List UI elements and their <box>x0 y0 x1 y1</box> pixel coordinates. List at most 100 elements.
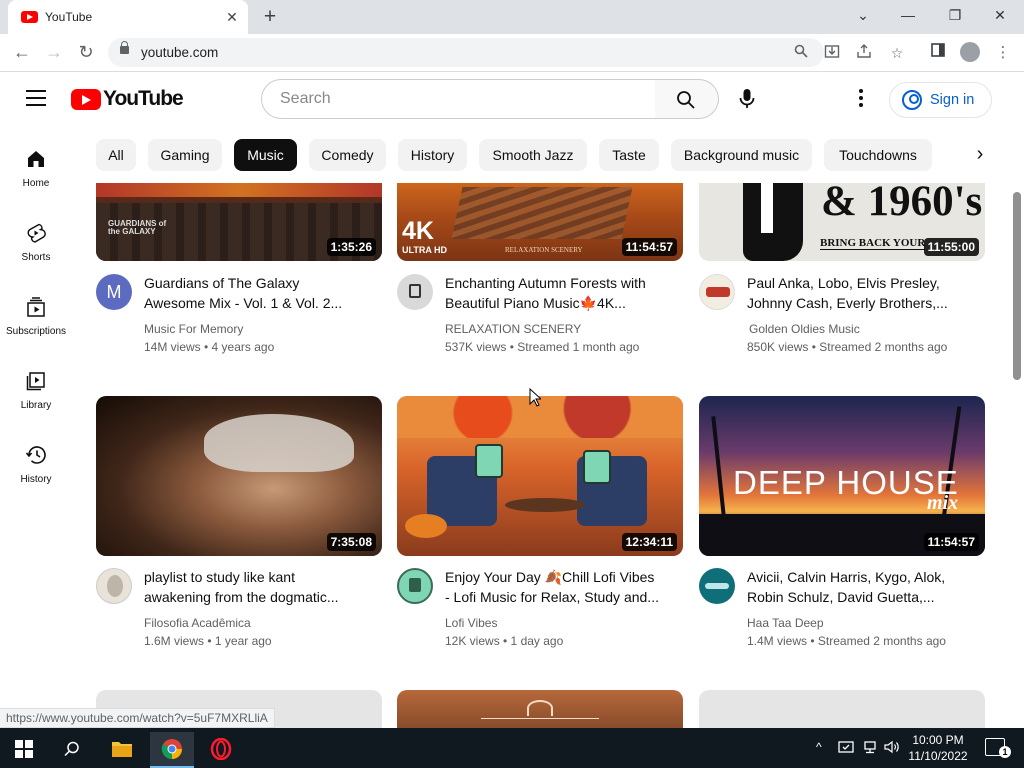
search-icon <box>64 741 79 757</box>
new-tab-button[interactable]: + <box>259 6 281 28</box>
video-thumbnail[interactable]: DEEP HOUSE mix 11:54:57 <box>699 396 985 556</box>
address-bar[interactable]: youtube.com ☆ <box>108 38 903 67</box>
zoom-search-icon[interactable] <box>791 43 811 63</box>
taskbar-clock[interactable]: 10:00 PM 11/10/2022 <box>898 732 978 764</box>
chip-taste[interactable]: Taste <box>599 139 659 171</box>
chip-gaming[interactable]: Gaming <box>148 139 222 171</box>
network-icon[interactable] <box>862 740 878 757</box>
taskbar-file-explorer[interactable] <box>100 732 144 768</box>
video-title[interactable]: Enchanting Autumn Forests with <box>445 273 681 293</box>
chevron-right-icon[interactable]: › <box>968 142 992 166</box>
youtube-logo-icon[interactable] <box>71 89 101 110</box>
bookmark-star-icon[interactable]: ☆ <box>887 43 907 63</box>
taskbar-search-button[interactable] <box>50 732 94 768</box>
youtube-logo-text[interactable]: YouTube <box>103 87 184 111</box>
video-meta: 1.4M views • Streamed 2 months ago <box>747 634 946 648</box>
video-title[interactable]: Paul Anka, Lobo, Elvis Presley, <box>747 273 983 293</box>
chip-smooth-jazz[interactable]: Smooth Jazz <box>479 139 587 171</box>
tab-search-icon[interactable]: ⌄ <box>849 7 877 24</box>
video-title[interactable]: awakening from the dogmatic... <box>144 587 380 607</box>
performer-shirt <box>761 183 773 233</box>
thumbnail-divider <box>481 718 599 719</box>
chip-comedy[interactable]: Comedy <box>309 139 386 171</box>
install-app-icon[interactable] <box>822 43 842 63</box>
search-button[interactable] <box>655 79 719 119</box>
back-button[interactable]: ← <box>10 40 34 64</box>
search-input[interactable] <box>278 88 638 110</box>
video-feed[interactable]: GUARDIANS of the GALAXY 1:35:26 M Guardi… <box>0 183 1010 728</box>
security-icon[interactable] <box>838 740 854 757</box>
channel-name[interactable]: Music For Memory <box>144 322 243 336</box>
opera-icon <box>210 738 232 760</box>
video-thumbnail-placeholder[interactable] <box>699 690 985 728</box>
video-thumbnail[interactable]: 7:35:08 <box>96 396 382 556</box>
forward-button[interactable]: → <box>42 40 66 64</box>
thumbnail-subcaption: mix <box>927 492 959 514</box>
url-text[interactable]: youtube.com <box>141 45 218 60</box>
video-duration: 11:54:57 <box>621 238 677 256</box>
show-hidden-icons[interactable]: ^ <box>816 740 822 754</box>
chip-background-music[interactable]: Background music <box>671 139 812 171</box>
video-title[interactable]: Awesome Mix - Vol. 1 & Vol. 2... <box>144 293 380 313</box>
thumbnail-subcaption: BRING BACK YOUR <box>820 237 926 250</box>
channel-avatar[interactable] <box>397 274 433 310</box>
page-scrollbar[interactable] <box>1013 192 1021 380</box>
close-window-button[interactable]: ✕ <box>986 7 1014 24</box>
menu-icon[interactable] <box>26 90 46 106</box>
profile-avatar-icon[interactable] <box>960 42 980 62</box>
video-title[interactable]: Johnny Cash, Everly Brothers,... <box>747 293 983 313</box>
chip-history[interactable]: History <box>398 139 467 171</box>
video-title[interactable]: Robin Schulz, David Guetta,... <box>747 587 983 607</box>
channel-avatar[interactable] <box>397 568 433 604</box>
video-thumbnail[interactable]: GUARDIANS of the GALAXY 1:35:26 <box>96 183 382 261</box>
browser-tab[interactable]: YouTube ✕ <box>8 0 248 34</box>
video-title[interactable]: Beautiful Piano Music🍁4K... <box>445 293 681 313</box>
side-panel-icon[interactable] <box>927 42 949 64</box>
sign-in-button[interactable]: Sign in <box>889 82 992 118</box>
video-title[interactable]: - Lofi Music for Relax, Study and... <box>445 587 681 607</box>
youtube-favicon-icon <box>21 11 38 23</box>
voice-search-button[interactable] <box>727 79 767 119</box>
reload-button[interactable]: ↻ <box>74 40 98 64</box>
video-title[interactable]: Avicii, Calvin Harris, Kygo, Alok, <box>747 567 983 587</box>
channel-logo-icon <box>409 284 421 298</box>
video-title[interactable]: Guardians of The Galaxy <box>144 273 380 293</box>
restore-button[interactable]: ❐ <box>941 7 969 24</box>
chrome-icon <box>161 739 182 760</box>
channel-name[interactable]: Filosofia Acadêmica <box>144 616 251 630</box>
youtube-header: YouTube Sign in <box>0 72 1024 128</box>
lock-icon[interactable] <box>120 41 129 54</box>
close-tab-icon[interactable]: ✕ <box>224 9 240 25</box>
taskbar-opera[interactable] <box>199 732 243 768</box>
chip-touchdowns[interactable]: Touchdowns <box>824 139 932 171</box>
portrait-wig <box>204 414 354 472</box>
channel-name[interactable]: Lofi Vibes <box>445 616 497 630</box>
bmo-character-right <box>583 450 611 484</box>
account-icon <box>902 90 922 110</box>
video-thumbnail[interactable]: 12:34:11 <box>397 396 683 556</box>
share-icon[interactable] <box>854 43 874 63</box>
channel-name[interactable]: Haa Taa Deep <box>747 616 824 630</box>
channel-name[interactable]: Golden Oldies Music <box>749 322 860 336</box>
chip-music[interactable]: Music <box>234 139 297 171</box>
video-title[interactable]: playlist to study like kant <box>144 567 380 587</box>
status-bar-url: https://www.youtube.com/watch?v=5uF7MXRL… <box>0 708 275 728</box>
minimize-button[interactable]: — <box>894 7 922 23</box>
browser-menu-icon[interactable]: ⋮ <box>992 42 1014 64</box>
taskbar-chrome[interactable] <box>150 732 194 768</box>
video-title[interactable]: Enjoy Your Day 🍂Chill Lofi Vibes <box>445 567 681 587</box>
settings-menu-icon[interactable] <box>851 89 871 109</box>
channel-avatar[interactable] <box>699 568 735 604</box>
channel-name[interactable]: RELAXATION SCENERY <box>445 322 581 336</box>
clock-date: 11/10/2022 <box>908 749 968 763</box>
bmo-character-left <box>475 444 503 478</box>
video-thumbnail[interactable]: & 1960's BRING BACK YOUR 11:55:00 <box>699 183 985 261</box>
search-box <box>261 79 656 119</box>
windows-start-icon[interactable] <box>15 740 33 758</box>
video-thumbnail[interactable]: 4K ULTRA HD RELAXATION SCENERY 11:54:57 <box>397 183 683 261</box>
video-thumbnail[interactable] <box>397 690 683 728</box>
channel-avatar[interactable] <box>699 274 735 310</box>
channel-avatar[interactable] <box>96 568 132 604</box>
chip-all[interactable]: All <box>96 139 136 171</box>
channel-avatar[interactable]: M <box>96 274 132 310</box>
